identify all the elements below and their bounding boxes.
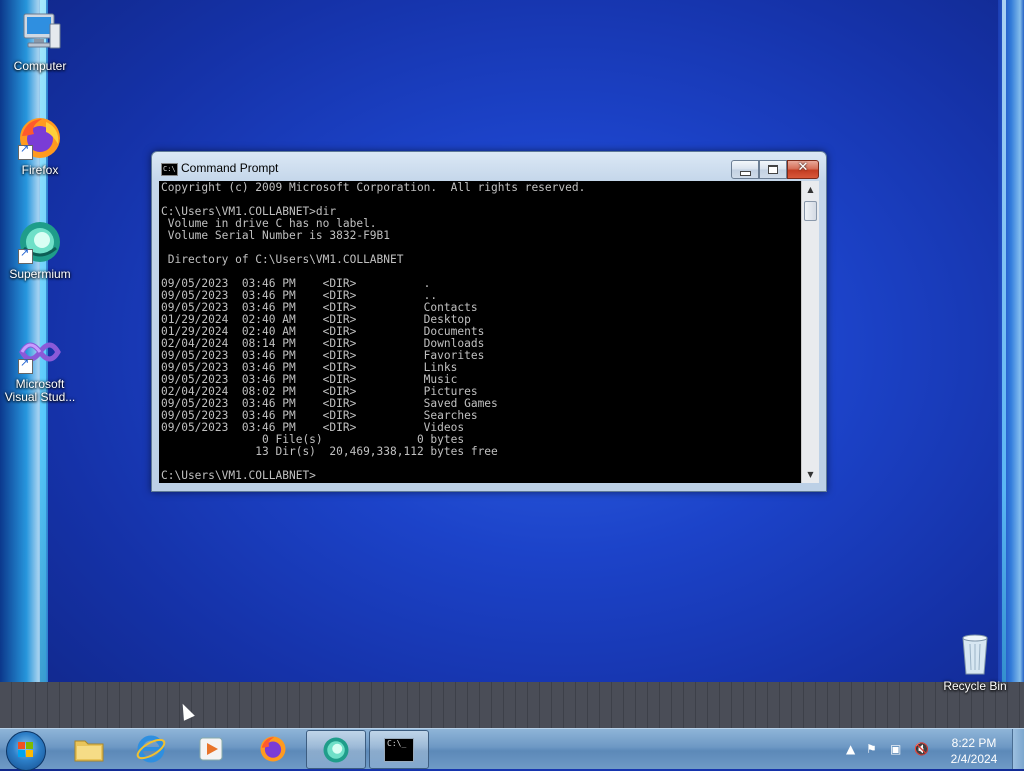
clock-date: 2/4/2024 — [950, 752, 998, 766]
taskbar-command-prompt[interactable]: C:\_ — [369, 730, 429, 769]
desktop-icon-computer[interactable]: Computer — [0, 10, 80, 73]
wallpaper-floor — [0, 682, 1024, 728]
supermium-icon — [16, 218, 64, 266]
command-prompt-window[interactable]: C:\ Command Prompt ✕ Copyright (c) 2009 … — [151, 151, 827, 492]
taskbar-file-explorer[interactable] — [60, 730, 118, 767]
action-center-flag-icon[interactable]: ⚑ — [866, 742, 877, 756]
vertical-scrollbar[interactable]: ▲ ▼ — [801, 181, 819, 483]
visual-studio-icon — [16, 328, 64, 376]
taskbar-firefox[interactable] — [244, 730, 302, 767]
shortcut-arrow-icon — [18, 357, 33, 374]
firefox-icon — [260, 736, 286, 761]
close-icon: ✕ — [797, 160, 809, 175]
desktop-icon-label: Supermium — [9, 267, 71, 281]
taskbar-media-player[interactable] — [182, 730, 240, 767]
supermium-icon — [323, 737, 349, 762]
network-icon[interactable]: ▣ — [890, 742, 901, 756]
command-prompt-icon: C:\_ — [384, 737, 414, 762]
scroll-up-arrow-icon[interactable]: ▲ — [802, 181, 819, 198]
media-player-icon — [199, 737, 223, 760]
clock-time: 8:22 PM — [951, 736, 997, 750]
wallpaper-light-streak-right-core — [1002, 0, 1006, 700]
show-hidden-icons-icon[interactable]: ▲ — [846, 742, 855, 756]
scrollbar-thumb[interactable] — [804, 201, 817, 221]
shortcut-arrow-icon — [18, 143, 33, 160]
desktop-icon-label: Firefox — [21, 163, 59, 177]
scroll-down-arrow-icon[interactable]: ▼ — [802, 466, 819, 483]
command-prompt-icon: C:\ — [161, 163, 178, 176]
desktop-icon-recycle-bin[interactable]: Recycle Bin — [935, 630, 1015, 693]
show-desktop-button[interactable] — [1012, 729, 1024, 769]
volume-muted-icon[interactable]: 🔇 — [914, 742, 929, 756]
desktop-icon-label: Recycle Bin — [943, 679, 1007, 693]
start-button[interactable] — [6, 731, 46, 771]
console-text: Copyright (c) 2009 Microsoft Corporation… — [161, 181, 586, 482]
recycle-bin-icon — [951, 630, 999, 678]
windows-logo-icon — [18, 742, 34, 758]
firefox-icon — [16, 114, 64, 162]
desktop-icon-label: Computer — [13, 59, 67, 73]
caption-buttons: ✕ — [731, 160, 819, 179]
system-clock[interactable]: 8:22 PM 2/4/2024 — [944, 735, 1004, 767]
desktop-icon-label: Microsoft Visual Stud... — [4, 377, 76, 404]
taskbar-supermium[interactable] — [306, 730, 366, 769]
desktop-icon-visual-studio[interactable]: Microsoft Visual Stud... — [0, 328, 80, 404]
desktop-icon-supermium[interactable]: Supermium — [0, 218, 80, 281]
desktop-icon-firefox[interactable]: Firefox — [0, 114, 80, 177]
computer-icon — [16, 10, 64, 58]
close-button[interactable]: ✕ — [787, 160, 819, 179]
window-titlebar[interactable]: C:\ Command Prompt ✕ — [152, 152, 826, 182]
minimize-button[interactable] — [731, 160, 759, 179]
console-output[interactable]: Copyright (c) 2009 Microsoft Corporation… — [159, 181, 801, 483]
internet-explorer-icon — [136, 735, 166, 762]
shortcut-arrow-icon — [18, 247, 33, 264]
taskbar-internet-explorer[interactable] — [122, 730, 180, 767]
taskbar: C:\_ ▲ ⚑ ▣ 🔇 8:22 PM 2/4/2024 — [0, 728, 1024, 771]
folder-icon — [74, 740, 104, 761]
window-title: Command Prompt — [181, 161, 279, 175]
maximize-button[interactable] — [759, 160, 787, 179]
